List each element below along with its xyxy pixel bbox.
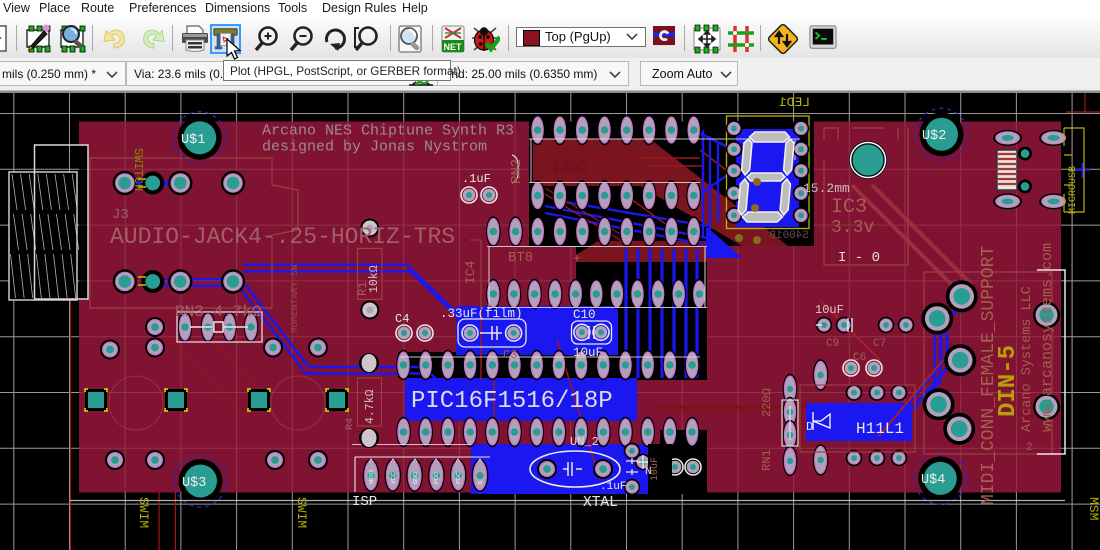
svg-text:PIC16F1516/18P: PIC16F1516/18P <box>411 388 613 415</box>
svg-text:IC3: IC3 <box>831 196 867 219</box>
svg-text:RN3 4.7kΩ: RN3 4.7kΩ <box>175 303 262 321</box>
svg-text:SWIM: SWIM <box>136 497 151 528</box>
svg-text:GND: GND <box>413 472 419 484</box>
svg-text:.1uF: .1uF <box>462 172 491 186</box>
svg-text:SWITCH: SWITCH <box>131 148 145 191</box>
svg-text:XTAL: XTAL <box>583 495 618 511</box>
svg-text:C9: C9 <box>826 338 839 350</box>
svg-text:RN1: RN1 <box>760 449 774 471</box>
svg-text:.1uF: .1uF <box>600 481 626 493</box>
svg-text:+: + <box>573 251 581 266</box>
svg-text:10uF: 10uF <box>573 346 603 360</box>
svg-text:www.arcanosystems.com: www.arcanosystems.com <box>1039 243 1056 432</box>
svg-text:6: 6 <box>478 481 484 484</box>
svg-text:C6: C6 <box>853 352 866 364</box>
svg-text:D: D <box>806 420 813 434</box>
svg-text:NET: NET <box>444 42 463 52</box>
svg-text:MICROUSB: MICROUSB <box>1068 166 1079 214</box>
svg-text:MSM: MSM <box>1086 497 1100 520</box>
svg-text:C3: C3 <box>503 348 517 362</box>
svg-text:U$4: U$4 <box>921 473 945 488</box>
svg-text:S4001B: S4001B <box>769 230 809 242</box>
svg-text:VCC: VCC <box>391 472 397 484</box>
svg-text:U$3: U$3 <box>182 476 206 491</box>
svg-text:H11L1: H11L1 <box>856 420 904 438</box>
svg-text:Arcano Systems LLC: Arcano Systems LLC <box>1020 286 1035 432</box>
svg-text:10kΩ: 10kΩ <box>368 265 381 293</box>
svg-text:J3: J3 <box>112 207 129 223</box>
svg-text:C4: C4 <box>395 312 409 326</box>
svg-text:120Ω: 120Ω <box>551 160 587 177</box>
svg-text:10uF: 10uF <box>650 457 661 481</box>
svg-text:LED1: LED1 <box>779 95 810 110</box>
svg-text:R4: R4 <box>345 418 356 430</box>
svg-text:U$2: U$2 <box>922 129 946 144</box>
svg-text:U$1: U$1 <box>181 133 205 148</box>
svg-text:BT8: BT8 <box>508 250 533 266</box>
svg-text:PGD: PGD <box>434 472 440 484</box>
svg-text:UN_2: UN_2 <box>570 435 599 449</box>
svg-text:AUDIO-JACK4-.25-HORIZ-TRS: AUDIO-JACK4-.25-HORIZ-TRS <box>110 224 455 250</box>
svg-text:designed by Jonas Nystrom: designed by Jonas Nystrom <box>262 139 487 156</box>
svg-text:I - 0: I - 0 <box>838 250 880 266</box>
svg-text:4.7kΩ: 4.7kΩ <box>364 389 377 424</box>
svg-text:ISP: ISP <box>352 494 377 510</box>
svg-text:MOMENTARY-SW: MOMENTARY-SW <box>289 264 300 333</box>
svg-text:RN2: RN2 <box>509 159 525 184</box>
svg-text:SWIM: SWIM <box>294 497 309 528</box>
svg-text:MISO: MISO <box>369 469 375 484</box>
svg-text:2: 2 <box>1026 442 1033 454</box>
svg-text:220Ω: 220Ω <box>760 388 774 417</box>
svg-text:PGC: PGC <box>456 472 462 484</box>
svg-text:IC4: IC4 <box>463 260 478 284</box>
svg-text:C10: C10 <box>573 308 596 322</box>
svg-text:C7: C7 <box>873 338 886 350</box>
svg-text:10uF: 10uF <box>815 303 844 317</box>
svg-text:15.2mm: 15.2mm <box>803 181 850 196</box>
svg-text:3.3v: 3.3v <box>831 218 874 238</box>
svg-text:Arcano NES Chiptune Synth R3: Arcano NES Chiptune Synth R3 <box>262 123 514 140</box>
svg-text:DIN-5: DIN-5 <box>995 345 1022 417</box>
